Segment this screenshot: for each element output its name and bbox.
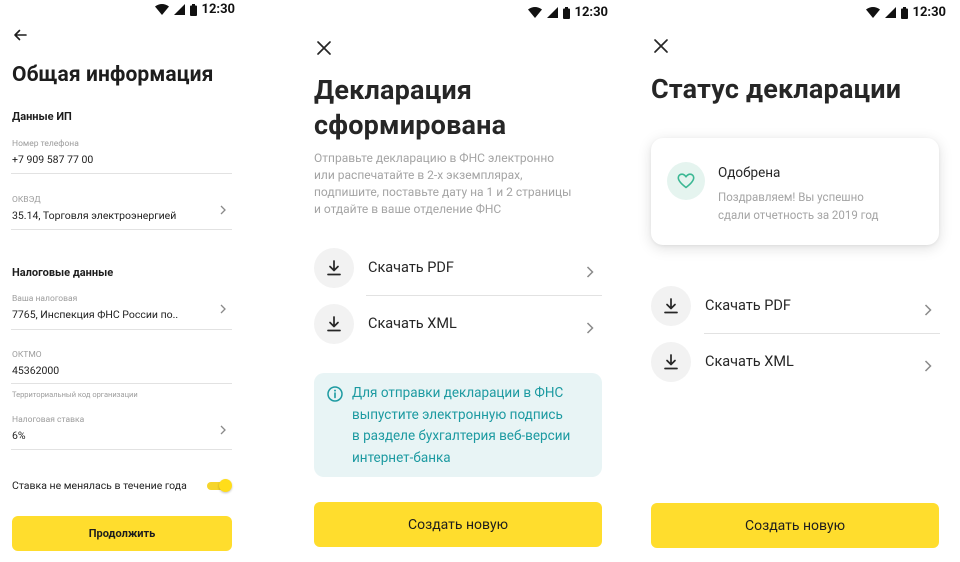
section-ip-heading: Данные ИП [12, 110, 72, 123]
screen-declaration-formed: 12:30 Декларация сформирована Отправьте … [298, 0, 620, 562]
page-title: Общая информация [12, 63, 214, 87]
description: Отправьте декларацию в ФНС электронно ил… [314, 150, 571, 218]
section-tax-heading: Налоговые данные [12, 266, 114, 279]
info-text: Для отправки декларации в ФНС выпустите … [352, 383, 570, 469]
status-text-line: Поздравляем! Вы успешно [718, 190, 864, 204]
create-new-button[interactable]: Создать новую [314, 502, 602, 547]
wifi-icon [865, 7, 880, 18]
page-title: Декларация сформирована [314, 73, 506, 143]
screen-declaration-status: 12:30 Статус декларации Одобрена Поздрав… [636, 0, 960, 562]
description-line: и отдайте в ваше отделение ФНС [314, 202, 502, 216]
tax-office-value: 7765, Инспекция ФНС России по.. [12, 308, 179, 321]
info-line: интернет-банка [352, 449, 451, 466]
chevron-right-icon [924, 301, 934, 316]
title-line-2: сформирована [314, 109, 507, 141]
oktmo-label: ОКТМО [12, 350, 42, 360]
create-new-button-label: Создать новую [407, 516, 508, 533]
download-icon [651, 286, 691, 326]
download-xml-label: Скачать XML [368, 315, 457, 332]
wifi-icon [527, 7, 542, 18]
status-time: 12:30 [201, 2, 236, 17]
signal-icon [173, 4, 185, 15]
status-text-line: сдали отчетность за 2019 год [718, 208, 879, 222]
divider [11, 229, 232, 230]
page-title: Статус декларации [651, 73, 902, 105]
divider [704, 333, 940, 334]
download-xml-label: Скачать XML [705, 353, 794, 370]
info-icon [327, 386, 343, 406]
close-icon[interactable] [651, 36, 671, 56]
download-pdf-label: Скачать PDF [705, 297, 791, 314]
download-icon [314, 248, 354, 288]
status-time: 12:30 [574, 5, 609, 20]
chevron-right-icon [586, 319, 596, 334]
status-title: Одобрена [718, 165, 781, 181]
status-bar: 12:30 [154, 2, 236, 17]
download-list: Скачать PDF Скачать XML [651, 282, 941, 402]
oktmo-value: 45362000 [12, 364, 60, 377]
title-line-1: Декларация [314, 74, 473, 106]
okved-value: 35.14, Торговля электроэнергией [12, 209, 177, 222]
download-list: Скачать PDF Скачать XML [314, 244, 604, 364]
phone-label: Номер телефона [12, 139, 79, 149]
chevron-right-icon [218, 304, 228, 314]
close-icon[interactable] [314, 38, 334, 58]
divider [11, 329, 232, 330]
battery-icon [189, 3, 197, 16]
oktmo-hint: Территориальный код организации [12, 390, 138, 399]
divider [11, 173, 232, 174]
okved-label: ОКВЭД [12, 195, 41, 205]
status-bar: 12:30 [527, 5, 609, 20]
status-card: Одобрена Поздравляем! Вы успешно сдали о… [651, 138, 939, 245]
battery-icon [562, 6, 570, 19]
phone-value: +7 909 587 77 00 [12, 153, 94, 166]
signal-icon [884, 7, 896, 18]
tax-rate-label: Налоговая ставка [12, 415, 85, 425]
wifi-icon [154, 4, 169, 15]
rate-unchanged-toggle[interactable] [206, 479, 232, 493]
screen-general-info: 12:30 Общая информация Данные ИП Номер т… [0, 0, 245, 562]
info-line: в разделе бухгалтерия веб-версии [352, 428, 571, 444]
description-line: или распечатайте в 2-х экземплярах, [314, 168, 523, 182]
back-arrow-icon[interactable] [11, 26, 29, 44]
description-line: подпишите, поставьте дату на 1 и 2 стран… [314, 185, 572, 199]
download-icon [651, 342, 691, 382]
toggle-label: Ставка не менялась в течение года [12, 479, 187, 492]
create-new-button-label: Создать новую [744, 517, 845, 534]
status-text: Поздравляем! Вы успешно сдали отчетность… [718, 188, 878, 224]
create-new-button[interactable]: Создать новую [651, 503, 939, 548]
divider [366, 295, 602, 296]
divider [11, 449, 232, 450]
tax-rate-value: 6% [12, 429, 26, 442]
download-pdf-label: Скачать PDF [368, 259, 454, 276]
info-notice: Для отправки декларации в ФНС выпустите … [314, 373, 602, 477]
chevron-right-icon [924, 357, 934, 372]
signal-icon [546, 7, 558, 18]
battery-icon [900, 6, 908, 19]
continue-button-label: Продолжить [88, 527, 156, 540]
description-line: Отправьте декларацию в ФНС электронно [314, 151, 555, 165]
download-pdf-row[interactable]: Скачать PDF [314, 244, 604, 292]
status-bar: 12:30 [865, 5, 947, 20]
toggle-knob [219, 479, 232, 492]
chevron-right-icon [586, 263, 596, 278]
download-icon [314, 304, 354, 344]
download-pdf-row[interactable]: Скачать PDF [651, 282, 941, 330]
chevron-right-icon [218, 205, 228, 215]
info-line: Для отправки декларации в ФНС [352, 385, 564, 401]
status-time: 12:30 [912, 5, 947, 20]
chevron-right-icon [218, 425, 228, 435]
divider [11, 383, 232, 384]
download-xml-row[interactable]: Скачать XML [651, 338, 941, 386]
continue-button[interactable]: Продолжить [12, 516, 232, 551]
info-line: выпустите электронную подпись [352, 406, 563, 423]
tax-office-label: Ваша налоговая [12, 294, 78, 304]
download-xml-row[interactable]: Скачать XML [314, 300, 604, 348]
heart-icon [667, 162, 705, 200]
